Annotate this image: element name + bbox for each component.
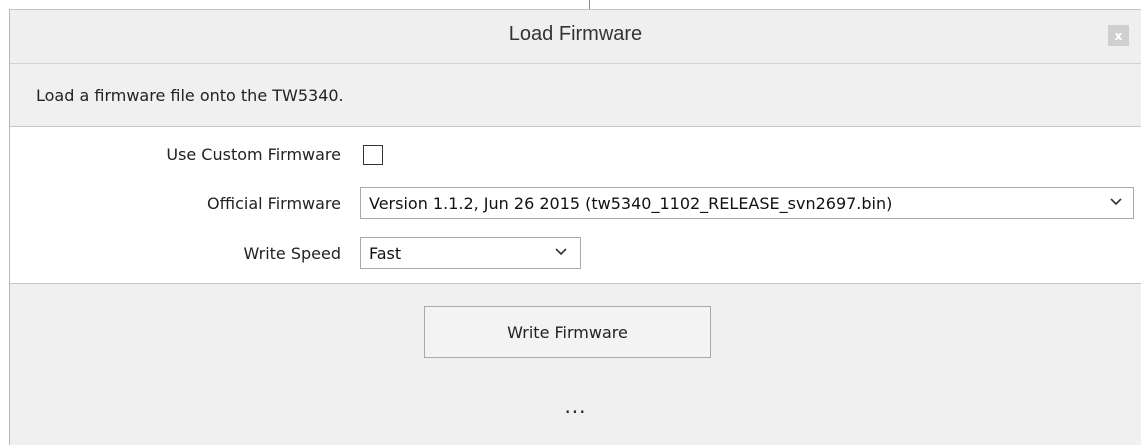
chevron-down-icon: [1110, 198, 1122, 206]
dialog-titlebar: Load Firmware x: [10, 10, 1141, 63]
dialog-title: Load Firmware: [508, 23, 643, 45]
action-area: Write Firmware ...: [10, 284, 1141, 445]
load-firmware-dialog: Load Firmware x Load a firmware file ont…: [9, 9, 1141, 445]
custom-firmware-label: Use Custom Firmware: [166, 145, 341, 164]
close-button[interactable]: x: [1108, 25, 1129, 46]
description-band: Load a firmware file onto the TW5340.: [10, 63, 1141, 127]
firmware-form: Use Custom Firmware Official Firmware Ve…: [10, 127, 1141, 284]
official-firmware-label: Official Firmware: [207, 194, 341, 213]
write-speed-label: Write Speed: [243, 244, 341, 263]
write-firmware-button[interactable]: Write Firmware: [424, 306, 711, 358]
status-text: ...: [564, 394, 587, 418]
official-firmware-select[interactable]: Version 1.1.2, Jun 26 2015 (tw5340_1102_…: [360, 187, 1134, 219]
custom-firmware-checkbox[interactable]: [363, 145, 383, 165]
write-firmware-label: Write Firmware: [507, 322, 628, 342]
close-icon: x: [1114, 28, 1123, 43]
chevron-down-icon: [555, 248, 567, 256]
write-speed-select[interactable]: Fast: [360, 237, 581, 269]
official-firmware-value: Version 1.1.2, Jun 26 2015 (tw5340_1102_…: [369, 194, 893, 213]
dialog-description: Load a firmware file onto the TW5340.: [36, 86, 344, 105]
window-divider: [589, 0, 590, 9]
write-speed-value: Fast: [369, 244, 402, 263]
